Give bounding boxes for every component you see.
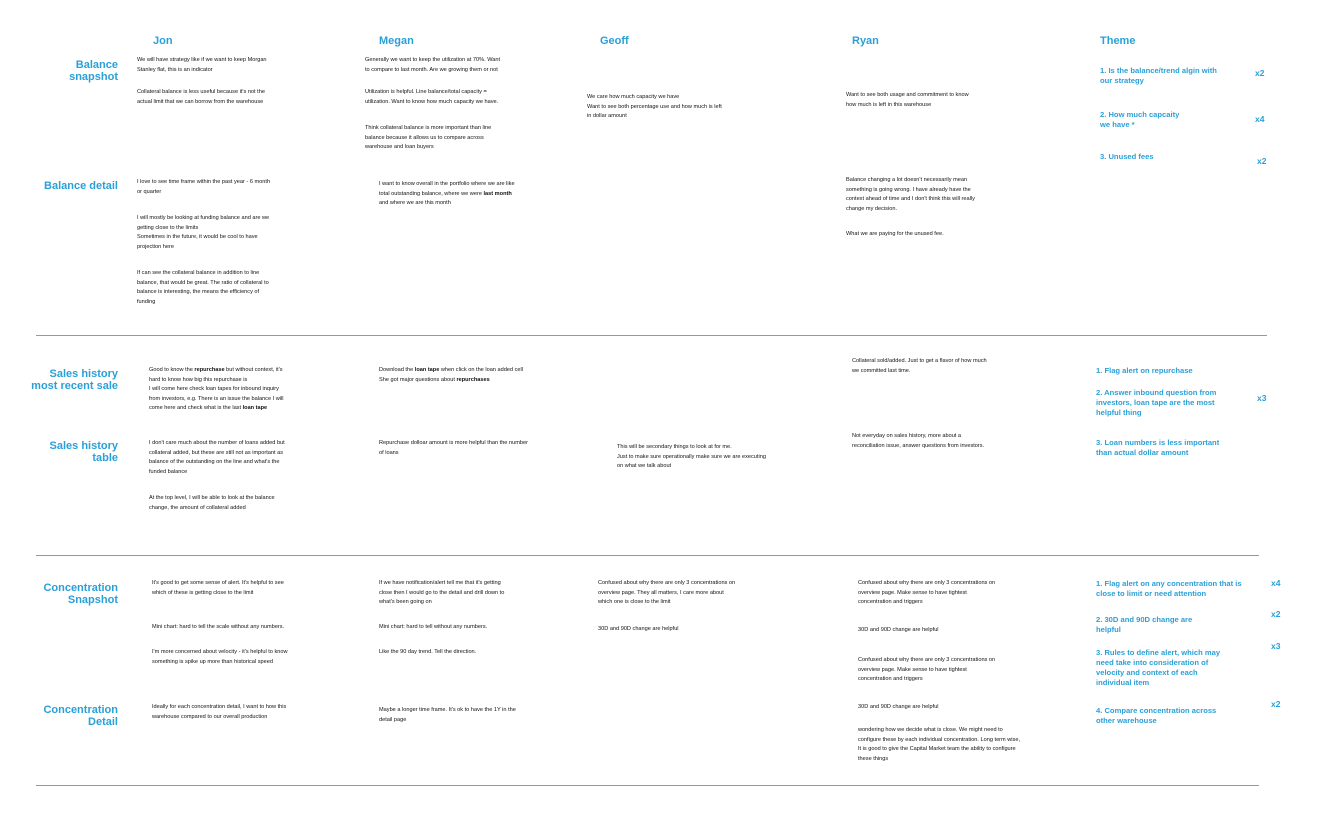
theme-concentration-2-count: x2 [1271,609,1281,619]
section-divider [36,555,1259,556]
note-ryan-sales-recent-1: Collateral sold/added. Just to get a fla… [852,358,987,374]
column-header-geoff: Geoff [600,35,629,47]
note-megan-sales-recent-1: Download the loan tape when click on the… [379,367,523,383]
note-jon-balance-detail-2: I will mostly be looking at funding bala… [137,215,270,250]
column-header-jon: Jon [153,35,173,47]
note-megan-sales-table-1: Repurchase dolloar amount is more helpfu… [379,440,528,456]
theme-concentration-1: 1. Flag alert on any concentration that … [1096,579,1242,598]
note-megan-conc-snapshot-2: Mini chart: hard to tell without any num… [379,624,488,630]
note-megan-balance-snapshot-1: Generally we want to keep the utilizatio… [365,57,501,73]
column-header-megan: Megan [379,35,414,47]
section-label-balance-snapshot: Balance snapshot [69,59,118,83]
note-jon-conc-snapshot-2: Mini chart: hard to tell the scale witho… [152,624,285,630]
note-ryan-balance-snapshot-1: Want to see both usage and commitment to… [846,92,969,108]
theme-balance-3-count: x2 [1257,156,1267,166]
note-megan-conc-snapshot-1: If we have notification/alert tell me th… [379,580,505,605]
note-jon-balance-snapshot-2: Collateral balance is less useful becaus… [137,89,265,105]
note-jon-conc-detail-1: Ideally for each concentration detail, I… [152,704,287,720]
note-geoff-conc-snapshot-2: 30D and 90D change are helpful [598,626,679,632]
note-megan-conc-snapshot-3: Like the 90 day trend. Tell the directio… [379,649,477,655]
theme-balance-2: 2. How much capcaity we have * [1100,110,1180,129]
theme-sales-3: 3. Loan numbers is less important than a… [1096,438,1220,457]
theme-balance-1: 1. Is the balance/trend algin with our s… [1100,66,1217,85]
note-jon-sales-table-2: At the top level, I will be able to look… [149,495,275,511]
theme-balance-3: 3. Unused fees [1100,152,1154,161]
note-megan-balance-detail-1: I want to know overall in the portfolio … [379,181,515,206]
section-label-balance-detail: Balance detail [44,180,118,192]
theme-sales-2-count: x3 [1257,393,1267,403]
note-megan-balance-snapshot-3: Think collateral balance is more importa… [365,125,492,150]
note-ryan-conc-snapshot-2: 30D and 90D change are helpful [858,627,939,633]
note-ryan-conc-snapshot-1: Confused about why there are only 3 conc… [858,580,996,605]
column-header-ryan: Ryan [852,35,879,47]
note-jon-balance-detail-3: If can see the collateral balance in add… [137,270,269,305]
note-jon-conc-snapshot-3: I'm more concerned about velocity - it's… [152,649,288,665]
note-ryan-sales-table-1: Not everyday on sales history, more abou… [852,433,985,449]
note-jon-sales-table-1: I don't care much about the number of lo… [149,440,285,475]
section-divider [36,335,1267,336]
section-label-concentration-snapshot: Concentration Snapshot [43,582,118,606]
theme-balance-1-count: x2 [1255,68,1265,78]
note-geoff-conc-snapshot-1: Confused about why there are only 3 conc… [598,580,736,605]
note-ryan-conc-snapshot-4: 30D and 90D change are helpful [858,704,939,710]
note-geoff-balance-snapshot-1: We care how much capacity we have Want to… [587,94,722,119]
note-jon-balance-detail-1: I love to see time frame within the past… [137,179,271,195]
note-jon-sales-recent-1: Good to know the repurchase but without … [149,367,284,411]
theme-concentration-1-count: x4 [1271,578,1281,588]
theme-concentration-2: 2. 30D and 90D change are helpful [1096,615,1193,634]
note-jon-conc-snapshot-1: It's good to get some sense of alert. It… [152,580,284,596]
theme-sales-1: 1. Flag alert on repurchase [1096,366,1193,375]
theme-sales-2: 2. Answer inbound question from investor… [1096,388,1217,417]
column-header-theme: Theme [1100,35,1136,47]
section-divider [36,785,1259,786]
note-ryan-conc-snapshot-5: wondering how we decide what is close. W… [858,727,1021,762]
section-label-sales-history-recent: Sales history most recent sale [31,368,118,392]
theme-concentration-3: 3. Rules to define alert, which may need… [1096,648,1221,687]
note-megan-conc-detail-1: Maybe a longer time frame. It's ok to ha… [379,707,516,723]
theme-concentration-4-count: x2 [1271,699,1281,709]
theme-concentration-3-count: x3 [1271,641,1281,651]
note-geoff-sales-table-1: This will be secondary things to look at… [617,444,766,469]
note-ryan-balance-detail-2: What we are paying for the unused fee. [846,231,944,237]
section-label-sales-history-table: Sales history table [49,440,118,464]
note-ryan-conc-snapshot-3: Confused about why there are only 3 conc… [858,657,996,682]
note-ryan-balance-detail-1: Balance changing a lot doesn't necessari… [846,177,975,212]
theme-concentration-4: 4. Compare concentration across other wa… [1096,706,1217,725]
note-jon-balance-snapshot-1: We will have strategy like if we want to… [137,57,267,73]
theme-balance-2-count: x4 [1255,114,1265,124]
section-label-concentration-detail: Concentration Detail [43,704,118,728]
note-megan-balance-snapshot-2: Utilization is helpful. Line balance/tot… [365,89,499,105]
